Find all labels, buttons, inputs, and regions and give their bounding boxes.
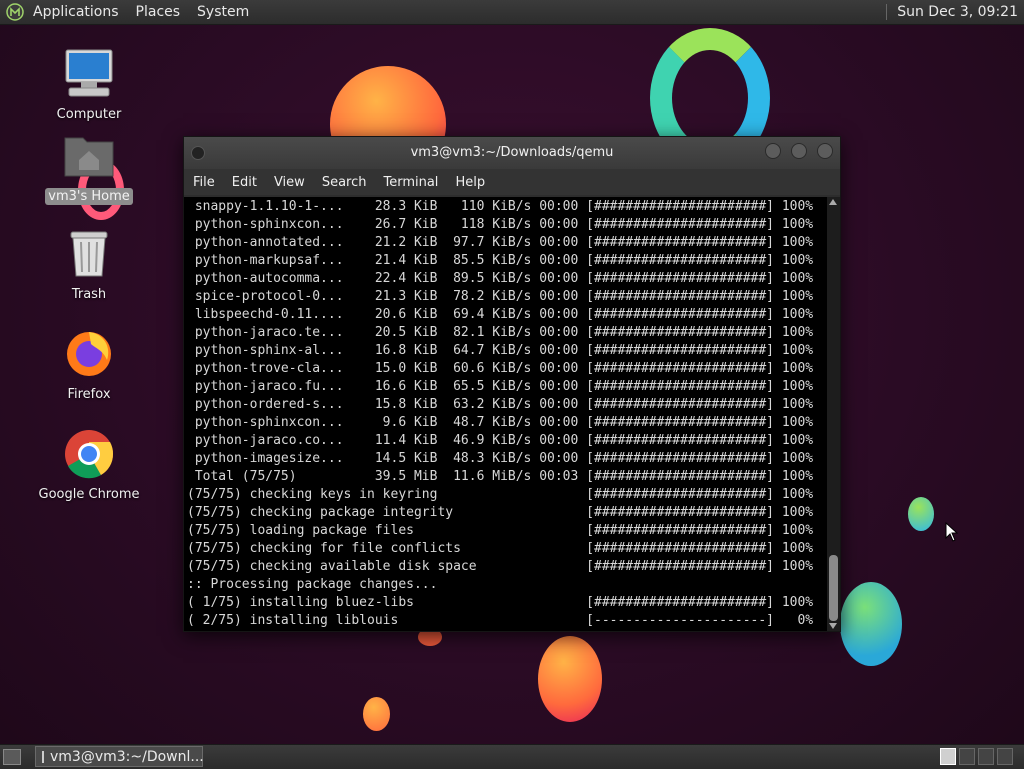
menu-search[interactable]: Search xyxy=(322,175,367,190)
terminal-line: ( 2/75) installing liblouis [-----------… xyxy=(187,613,814,628)
computer-icon xyxy=(61,46,117,102)
terminal-line: python-sphinx-al... 16.8 KiB 64.7 KiB/s … xyxy=(187,343,814,358)
menu-system[interactable]: System xyxy=(189,4,258,20)
terminal-line: python-jaraco.co... 11.4 KiB 46.9 KiB/s … xyxy=(187,433,814,448)
desktop-icon-trash[interactable]: Trash xyxy=(34,226,144,303)
scroll-thumb[interactable] xyxy=(829,555,838,621)
terminal-line: :: Processing package changes... xyxy=(187,577,438,592)
bottom-panel: vm3@vm3:~/Downl... xyxy=(0,744,1024,769)
top-panel: Applications Places System Sun Dec 3, 09… xyxy=(0,0,1024,25)
terminal-line: (75/75) loading package files [#########… xyxy=(187,523,814,538)
close-button[interactable] xyxy=(817,143,833,159)
desktop-icon-computer[interactable]: Computer xyxy=(34,46,144,123)
terminal-line: snappy-1.1.10-1-... 28.3 KiB 110 KiB/s 0… xyxy=(187,199,814,214)
wallpaper-small-blue-blob xyxy=(908,497,934,531)
terminal-line: python-autocomma... 22.4 KiB 89.5 KiB/s … xyxy=(187,271,814,286)
desktop-icon-label: vm3's Home xyxy=(45,188,133,205)
desktop-icon-firefox[interactable]: Firefox xyxy=(34,326,144,403)
mouse-cursor-icon xyxy=(945,522,959,542)
trash-icon xyxy=(61,226,117,282)
terminal-line: python-sphinxcon... 26.7 KiB 118 KiB/s 0… xyxy=(187,217,814,232)
panel-right-area: Sun Dec 3, 09:21 xyxy=(886,0,1024,24)
menu-file[interactable]: File xyxy=(193,175,215,190)
wallpaper-bottom-orange-blob xyxy=(538,636,602,722)
terminal-line: python-imagesize... 14.5 KiB 48.3 KiB/s … xyxy=(187,451,814,466)
terminal-line: python-trove-cla... 15.0 KiB 60.6 KiB/s … xyxy=(187,361,814,376)
minimize-button[interactable] xyxy=(765,143,781,159)
menu-places[interactable]: Places xyxy=(128,4,190,20)
terminal-line: python-ordered-s... 15.8 KiB 63.2 KiB/s … xyxy=(187,397,814,412)
scroll-down-arrow-icon[interactable] xyxy=(829,623,837,629)
terminal-line: python-annotated... 21.2 KiB 97.7 KiB/s … xyxy=(187,235,814,250)
terminal-line: spice-protocol-0... 21.3 KiB 78.2 KiB/s … xyxy=(187,289,814,304)
desktop-icon-label: Trash xyxy=(71,287,107,302)
terminal-line: python-jaraco.te... 20.5 KiB 82.1 KiB/s … xyxy=(187,325,814,340)
terminal-line: (75/75) checking for file conflicts [###… xyxy=(187,541,814,556)
terminal-scrollbar[interactable] xyxy=(827,197,840,631)
terminal-menubar: File Edit View Search Terminal Help xyxy=(184,169,840,195)
taskbar-item-label: vm3@vm3:~/Downl... xyxy=(50,748,204,765)
terminal-output[interactable]: snappy-1.1.10-1-... 28.3 KiB 110 KiB/s 0… xyxy=(184,197,827,631)
chrome-icon xyxy=(61,426,117,482)
terminal-lines: snappy-1.1.10-1-... 28.3 KiB 110 KiB/s 0… xyxy=(184,197,827,630)
terminal-line: ( 1/75) installing bluez-libs [#########… xyxy=(187,595,814,610)
workspace-1[interactable] xyxy=(940,748,956,765)
terminal-line: (75/75) checking keys in keyring [######… xyxy=(187,487,814,502)
desktop-icon-label: Firefox xyxy=(67,387,111,402)
terminal-line: python-sphinxcon... 9.6 KiB 48.7 KiB/s 0… xyxy=(187,415,814,430)
wallpaper-teal-blob xyxy=(840,582,902,666)
menu-applications[interactable]: Applications xyxy=(32,4,128,20)
wallpaper-small-orange-blob xyxy=(363,697,390,731)
desktop-icon-label: Google Chrome xyxy=(38,487,140,502)
terminal-line: (75/75) checking available disk space [#… xyxy=(187,559,814,574)
scroll-up-arrow-icon[interactable] xyxy=(829,199,837,205)
terminal-line: libspeechd-0.11.... 20.6 KiB 69.4 KiB/s … xyxy=(187,307,814,322)
window-menu-icon[interactable] xyxy=(191,146,205,160)
home-folder-icon xyxy=(61,128,117,184)
menu-terminal[interactable]: Terminal xyxy=(383,175,438,190)
desktop-icon-home[interactable]: vm3's Home xyxy=(34,128,144,205)
mate-logo-icon[interactable] xyxy=(6,3,24,21)
window-titlebar[interactable]: vm3@vm3:~/Downloads/qemu xyxy=(184,137,840,169)
taskbar-terminal-item[interactable]: vm3@vm3:~/Downl... xyxy=(35,746,204,767)
workspace-3[interactable] xyxy=(978,748,994,765)
terminal-icon xyxy=(42,750,44,763)
terminal-line: Total (75/75) 39.5 MiB 11.6 MiB/s 00:03 … xyxy=(187,469,814,484)
workspace-4[interactable] xyxy=(997,748,1013,765)
clock[interactable]: Sun Dec 3, 09:21 xyxy=(897,4,1024,20)
menu-help[interactable]: Help xyxy=(455,175,485,190)
show-desktop-icon[interactable] xyxy=(3,749,21,765)
terminal-line: (75/75) checking package integrity [####… xyxy=(187,505,814,520)
maximize-button[interactable] xyxy=(791,143,807,159)
desktop-icon-chrome[interactable]: Google Chrome xyxy=(34,426,144,503)
panel-separator xyxy=(886,4,888,20)
window-title: vm3@vm3:~/Downloads/qemu xyxy=(410,145,614,160)
terminal-line: python-jaraco.fu... 16.6 KiB 65.5 KiB/s … xyxy=(187,379,814,394)
menu-view[interactable]: View xyxy=(274,175,305,190)
terminal-window: vm3@vm3:~/Downloads/qemu File Edit View … xyxy=(183,136,841,632)
firefox-icon xyxy=(61,326,117,382)
desktop-icon-label: Computer xyxy=(56,107,122,122)
menu-edit[interactable]: Edit xyxy=(232,175,257,190)
workspace-2[interactable] xyxy=(959,748,975,765)
terminal-line: python-markupsaf... 21.4 KiB 85.5 KiB/s … xyxy=(187,253,814,268)
